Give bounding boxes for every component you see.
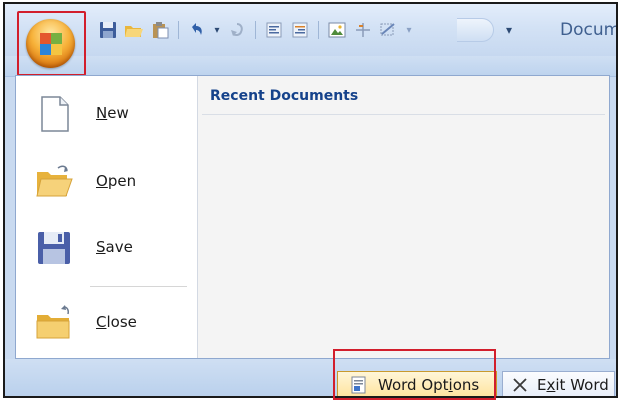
redo-icon[interactable] — [226, 19, 248, 41]
open-icon[interactable] — [123, 19, 145, 41]
recent-documents-divider — [202, 114, 605, 115]
menu-item-close[interactable]: Close — [16, 293, 197, 355]
border-icon[interactable] — [378, 19, 400, 41]
office-logo-icon — [40, 33, 62, 55]
table-icon[interactable] — [352, 19, 374, 41]
menu-item-save[interactable]: Save — [16, 218, 197, 280]
office-menu-footer: Word Options Exit Word — [5, 359, 616, 396]
toolbar-separator — [178, 21, 179, 39]
quick-access-toolbar: ▾ ▾ — [97, 18, 414, 42]
save-disk-icon — [38, 232, 70, 264]
open-folder-icon — [36, 165, 73, 197]
ribbon-strip — [5, 56, 616, 77]
recent-documents-pane: Recent Documents — [198, 76, 609, 358]
menu-item-label: Open — [96, 172, 137, 190]
customize-qat-icon[interactable]: ▾ — [501, 20, 517, 40]
save-icon[interactable] — [97, 19, 119, 41]
toolbar-separator — [255, 21, 256, 39]
menu-item-new[interactable]: New — [16, 84, 197, 146]
border-dropdown-icon[interactable]: ▾ — [404, 19, 414, 41]
office-menu-commands: New Open Save Close — [16, 76, 198, 358]
menu-item-label: New — [96, 104, 129, 122]
align-left-icon[interactable] — [263, 19, 285, 41]
picture-icon[interactable] — [326, 19, 348, 41]
close-icon — [513, 378, 527, 392]
recent-documents-heading: Recent Documents — [210, 88, 359, 104]
menu-item-open[interactable]: Open — [16, 152, 197, 214]
word-window: ▾ ▾ ▾ Docum New Open Save Close Recent D… — [3, 2, 618, 398]
office-menu: New Open Save Close Recent Documents — [15, 75, 610, 359]
new-document-icon — [41, 96, 69, 132]
word-options-label: Word Options — [378, 376, 480, 394]
title-bar: ▾ ▾ ▾ Docum — [5, 4, 616, 56]
undo-dropdown-icon[interactable]: ▾ — [212, 19, 222, 41]
paste-icon[interactable] — [149, 19, 171, 41]
menu-item-label: Save — [96, 238, 133, 256]
exit-word-label: Exit Word — [537, 376, 609, 394]
office-button[interactable] — [26, 19, 75, 68]
toolbar-separator — [318, 21, 319, 39]
word-options-icon — [351, 376, 366, 394]
undo-icon[interactable] — [186, 19, 208, 41]
menu-item-label: Close — [96, 313, 137, 331]
close-folder-icon — [36, 305, 70, 339]
exit-word-button[interactable]: Exit Word — [502, 371, 615, 396]
menu-divider — [90, 286, 187, 287]
word-options-button[interactable]: Word Options — [337, 371, 497, 396]
toolbar-end-cap — [457, 18, 494, 42]
window-title: Docum — [560, 20, 618, 40]
align-right-icon[interactable] — [289, 19, 311, 41]
